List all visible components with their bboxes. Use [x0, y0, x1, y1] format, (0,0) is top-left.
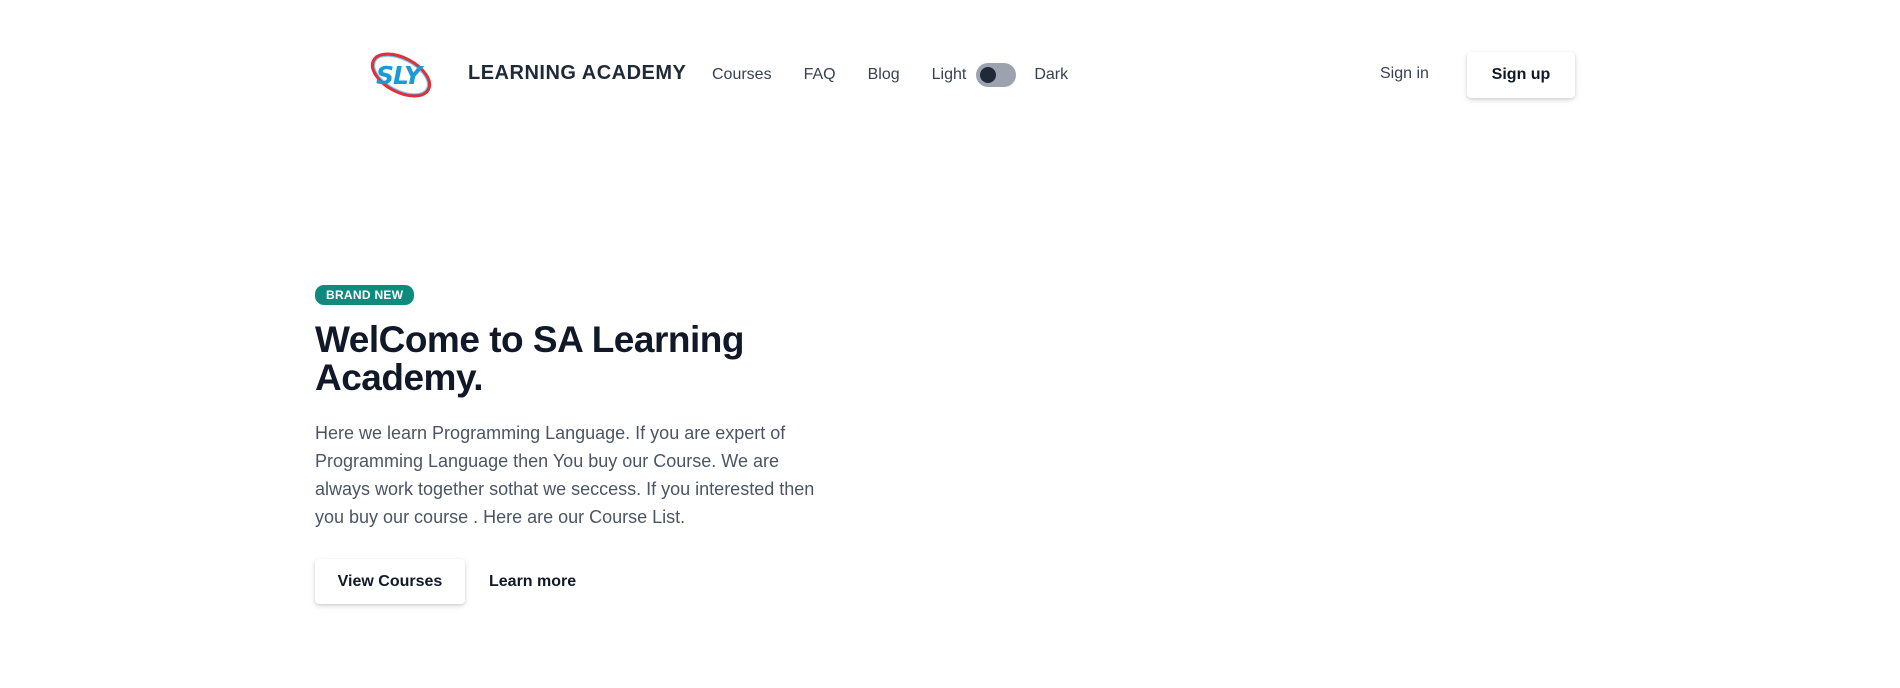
hero-section: BRAND NEW WelCome to SA Learning Academy…	[315, 285, 835, 604]
theme-dark-label: Dark	[1034, 66, 1069, 83]
theme-light-label: Light	[931, 66, 967, 83]
nav-links: Courses FAQ Blog Light Dark	[712, 63, 1068, 87]
brand-name[interactable]: LEARNING ACADEMY	[468, 62, 686, 85]
learn-more-link[interactable]: Learn more	[489, 573, 576, 591]
hero-actions: View Courses Learn more	[315, 559, 835, 604]
nav-link-courses[interactable]: Courses	[712, 66, 772, 84]
navbar: SLY LEARNING ACADEMY Courses FAQ Blog Li…	[0, 0, 1900, 150]
brand-new-badge: BRAND NEW	[315, 285, 415, 305]
hero-title: WelCome to SA Learning Academy.	[315, 319, 744, 398]
hero-description: Here we learn Programming Language. If y…	[315, 423, 815, 527]
sign-up-button[interactable]: Sign up	[1467, 52, 1575, 98]
sly-logo-icon[interactable]: SLY	[368, 44, 436, 104]
nav-link-blog[interactable]: Blog	[868, 66, 900, 84]
sign-in-link[interactable]: Sign in	[1380, 65, 1429, 83]
toggle-knob	[980, 67, 997, 83]
view-courses-button[interactable]: View Courses	[315, 559, 465, 604]
theme-toggle: Light Dark	[932, 63, 1068, 87]
nav-link-faq[interactable]: FAQ	[804, 66, 836, 84]
theme-toggle-switch[interactable]	[976, 63, 1017, 87]
page: SLY LEARNING ACADEMY Courses FAQ Blog Li…	[0, 0, 1900, 688]
logo-text: SLY	[376, 61, 425, 90]
